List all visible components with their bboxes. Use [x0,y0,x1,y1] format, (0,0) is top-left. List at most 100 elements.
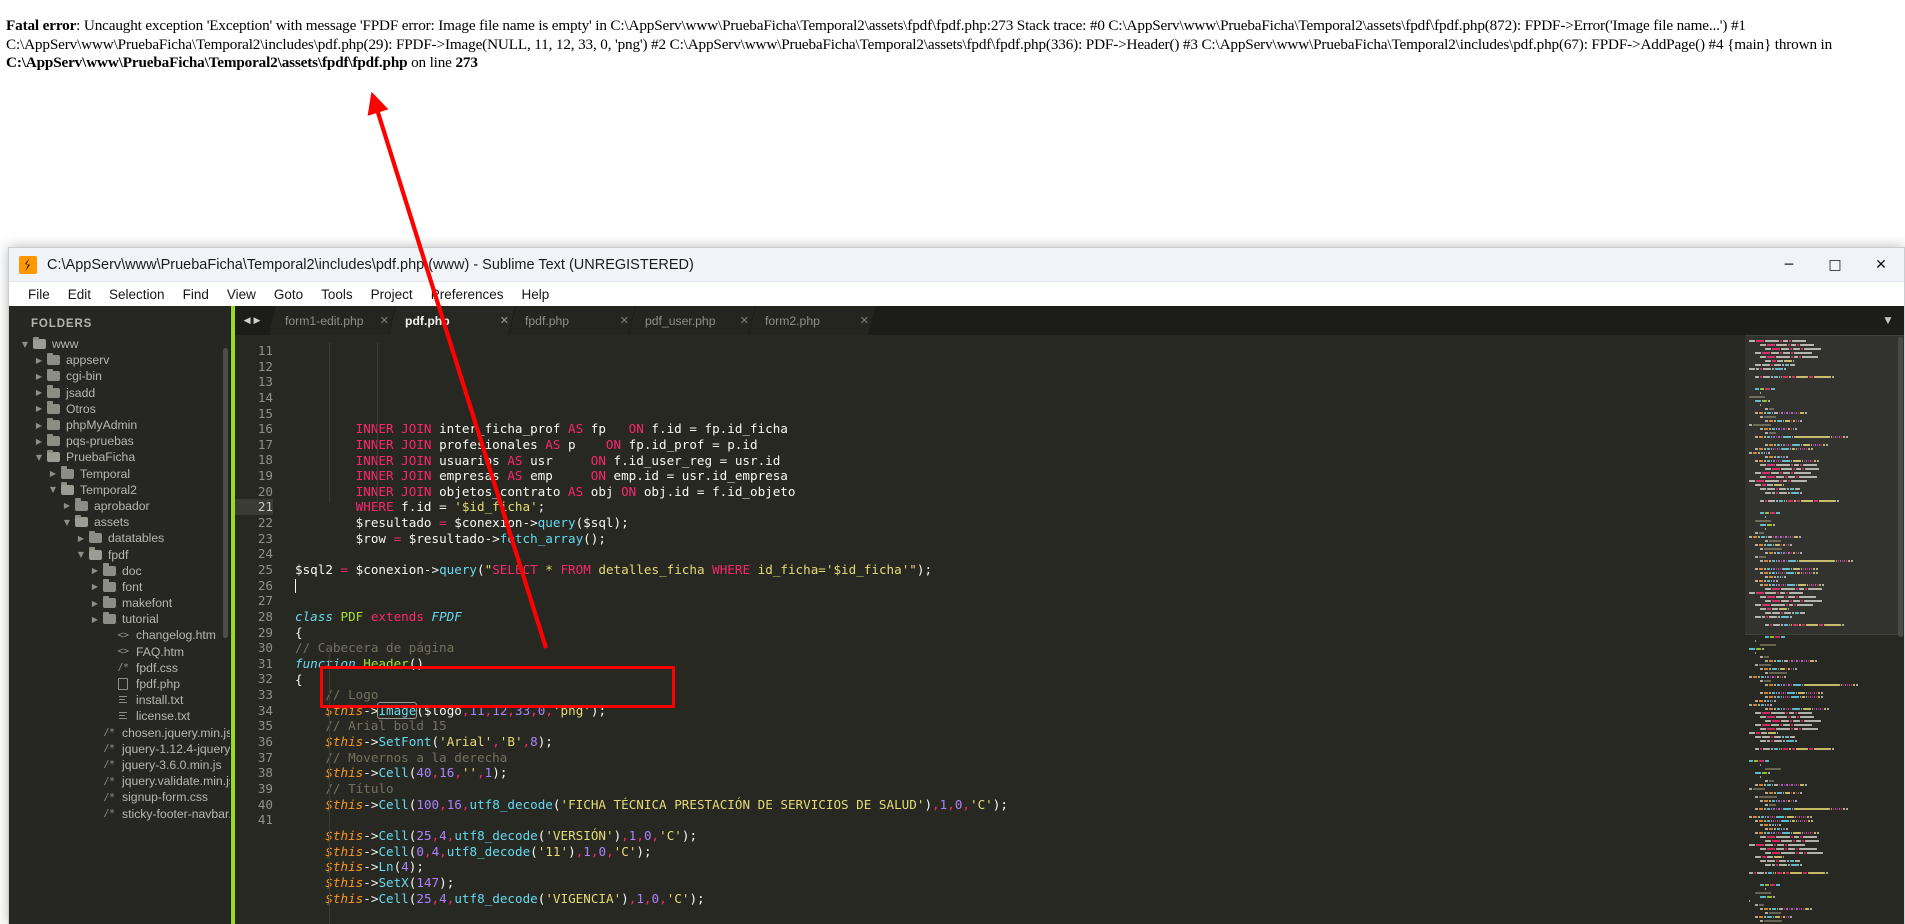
vertical-scrollbar[interactable] [1898,337,1903,637]
caret-right-icon[interactable]: ▶ [89,582,101,591]
tree-item-doc[interactable]: ▶ doc [9,563,230,579]
tab-close-icon[interactable]: ✕ [620,314,629,327]
code-line[interactable]: $this->Cell(100,16,utf8_decode('FICHA TÉ… [295,797,1744,813]
tab-prev-icon[interactable]: ◀ [244,316,251,326]
caret-right-icon[interactable]: ▶ [47,469,59,478]
menu-item-project[interactable]: Project [362,285,422,304]
code-line[interactable]: // Arial bold 15 [295,718,1744,734]
menu-item-file[interactable]: File [19,285,59,304]
code-line[interactable] [295,593,1744,609]
tree-item-chosen-jquery-min-js[interactable]: ▶/* chosen.jquery.min.js [9,725,230,741]
code-line[interactable]: class PDF extends FPDF [295,609,1744,625]
code-line[interactable]: // Movernos a la derecha [295,750,1744,766]
code-line[interactable]: INNER JOIN empresas AS emp ON emp.id = u… [295,468,1744,484]
code-line[interactable]: INNER JOIN inter_ficha_prof AS fp ON f.i… [295,421,1744,437]
tree-item-jquery-1-12-4-jquery-min-js[interactable]: ▶/* jquery-1.12.4-jquery.min.js [9,741,230,757]
code-line[interactable]: WHERE f.id = '$id_ficha'; [295,499,1744,515]
code-line[interactable]: { [295,625,1744,641]
code-line[interactable]: $this->Cell(25,4,utf8_decode('VIGENCIA')… [295,891,1744,907]
menu-item-tools[interactable]: Tools [312,285,362,304]
caret-right-icon[interactable]: ▶ [75,534,87,543]
code-line[interactable]: $this->SetFont('Arial','B',8); [295,734,1744,750]
caret-right-icon[interactable]: ▶ [33,404,45,413]
code-minimap[interactable] [1744,335,1904,924]
code-line[interactable]: INNER JOIN objetos_contrato AS obj ON ob… [295,484,1744,500]
tree-item-aprobador[interactable]: ▶ aprobador [9,498,230,514]
tree-item-jquery-3-6-0-min-js[interactable]: ▶/* jquery-3.6.0.min.js [9,757,230,773]
tree-item-otros[interactable]: ▶ Otros [9,401,230,417]
code-line[interactable]: $sql2 = $conexion->query("SELECT * FROM … [295,562,1744,578]
tree-item-makefont[interactable]: ▶ makefont [9,595,230,611]
tree-item-temporal[interactable]: ▶ Temporal [9,466,230,482]
caret-right-icon[interactable]: ▶ [33,437,45,446]
tree-item-fpdf-php[interactable]: ▶ fpdf.php [9,676,230,692]
code-line[interactable]: // Cabecera de página [295,640,1744,656]
menu-item-view[interactable]: View [218,285,265,304]
caret-right-icon[interactable]: ▶ [89,615,101,624]
caret-right-icon[interactable]: ▶ [33,421,45,430]
folder-tree[interactable]: ▼ www ▶ appserv ▶ cgi-bin ▶ jsadd ▶ Otros ▶ phpMyAd… [9,336,230,822]
menu-item-edit[interactable]: Edit [59,285,100,304]
tree-item-jsadd[interactable]: ▶ jsadd [9,385,230,401]
code-line[interactable]: $this->Ln(4); [295,859,1744,875]
code-line[interactable]: // Título [295,781,1744,797]
caret-down-icon[interactable]: ▼ [33,453,45,462]
code-line[interactable]: $this->Cell(25,4,utf8_decode('VERSIÓN'),… [295,828,1744,844]
code-line[interactable]: $resultado = $conexion->query($sql); [295,515,1744,531]
tree-item-phpmyadmin[interactable]: ▶ phpMyAdmin [9,417,230,433]
tab-form2-php[interactable]: form2.php ✕ [749,306,875,335]
menu-item-help[interactable]: Help [513,285,559,304]
tab-close-icon[interactable]: ✕ [860,314,869,327]
tree-item-fpdf[interactable]: ▼ fpdf [9,546,230,562]
caret-right-icon[interactable]: ▶ [89,566,101,575]
tree-item-cgi-bin[interactable]: ▶ cgi-bin [9,368,230,384]
tab-close-icon[interactable]: ✕ [380,314,389,327]
menu-item-find[interactable]: Find [174,285,218,304]
code-line[interactable]: $this->Cell(0,4,utf8_decode('11'),1,0,'C… [295,844,1744,860]
tree-item-changelog-htm[interactable]: ▶<> changelog.htm [9,627,230,643]
code-line[interactable]: INNER JOIN profesionales AS p ON fp.id_p… [295,437,1744,453]
code-line[interactable] [295,546,1744,562]
caret-right-icon[interactable]: ▶ [33,388,45,397]
caret-right-icon[interactable]: ▶ [89,599,101,608]
code-line[interactable]: INNER JOIN usuarios AS usr ON f.id_user_… [295,453,1744,469]
code-line[interactable]: $this->Cell(40,16,'',1); [295,765,1744,781]
caret-down-icon[interactable]: ▼ [75,550,87,559]
tab-pdf-user-php[interactable]: pdf_user.php ✕ [629,306,755,335]
menu-item-selection[interactable]: Selection [100,285,174,304]
tab-close-icon[interactable]: ✕ [740,314,749,327]
tree-item-pqs-pruebas[interactable]: ▶ pqs-pruebas [9,433,230,449]
tree-item-font[interactable]: ▶ font [9,579,230,595]
tab-fpdf-php[interactable]: fpdf.php ✕ [509,306,635,335]
tree-item-license-txt[interactable]: ▶ license.txt [9,708,230,724]
caret-down-icon[interactable]: ▼ [47,485,59,494]
tree-item-datatables[interactable]: ▶ datatables [9,530,230,546]
tab-overflow-menu-icon[interactable]: ▼ [1872,306,1904,335]
menu-item-goto[interactable]: Goto [265,285,312,304]
tab-nav-arrows[interactable]: ◀ ▶ [235,306,269,335]
maximize-button[interactable]: □ [1812,248,1858,282]
tree-item-assets[interactable]: ▼ assets [9,514,230,530]
code-line[interactable] [295,812,1744,828]
tab-pdf-php[interactable]: pdf.php ✕ [389,306,515,335]
menu-item-preferences[interactable]: Preferences [422,285,513,304]
tree-item-tutorial[interactable]: ▶ tutorial [9,611,230,627]
tree-item-install-txt[interactable]: ▶ install.txt [9,692,230,708]
tree-item-sticky-footer-navbar-css[interactable]: ▶/* sticky-footer-navbar.css [9,805,230,821]
tree-item-pruebaficha[interactable]: ▼ PruebaFicha [9,449,230,465]
code-line[interactable] [295,578,1744,594]
tab-next-icon[interactable]: ▶ [254,316,261,326]
tree-item-appserv[interactable]: ▶ appserv [9,352,230,368]
tree-item-www[interactable]: ▼ www [9,336,230,352]
caret-right-icon[interactable]: ▶ [61,501,73,510]
tree-item-jquery-validate-min-js[interactable]: ▶/* jquery.validate.min.js [9,773,230,789]
tree-item-temporal2[interactable]: ▼ Temporal2 [9,482,230,498]
tree-item-signup-form-css[interactable]: ▶/* signup-form.css [9,789,230,805]
caret-down-icon[interactable]: ▼ [61,518,73,527]
caret-down-icon[interactable]: ▼ [19,340,31,349]
tree-item-fpdf-css[interactable]: ▶/* fpdf.css [9,660,230,676]
tree-item-faq-htm[interactable]: ▶<> FAQ.htm [9,644,230,660]
tab-form1-edit-php[interactable]: form1-edit.php ✕ [269,306,395,335]
code-line[interactable]: $row = $resultado->fetch_array(); [295,531,1744,547]
close-button[interactable]: ✕ [1858,248,1904,282]
